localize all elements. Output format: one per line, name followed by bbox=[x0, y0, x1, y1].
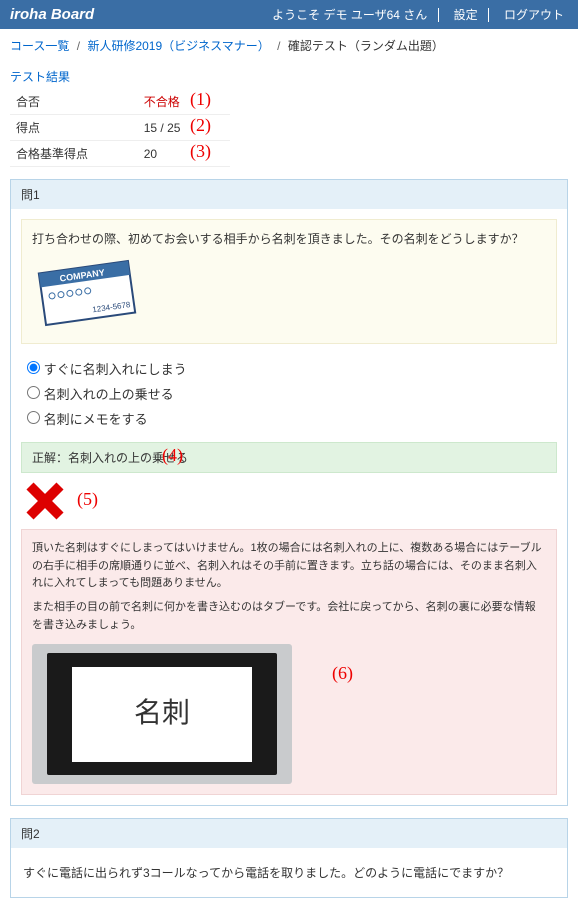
option-1-radio[interactable] bbox=[27, 361, 40, 374]
breadcrumb-courses[interactable]: コース一覧 bbox=[10, 39, 69, 53]
breadcrumb: コース一覧 / 新人研修2019（ビジネスマナー） / 確認テスト（ランダム出題… bbox=[0, 29, 578, 62]
question-2-block: 問2 すぐに電話に出られず3コールなってから電話を取りました。どのように電話にで… bbox=[10, 818, 568, 898]
option-3-radio[interactable] bbox=[27, 411, 40, 424]
question-1-head: 問1 bbox=[11, 180, 567, 209]
question-1-text: 打ち合わせの際、初めてお会いする相手から名刺を頂きました。その名刺をどうしますか… bbox=[32, 230, 546, 249]
annotation-6: (6) bbox=[332, 659, 353, 688]
question-2-head: 問2 bbox=[11, 819, 567, 848]
explanation-text-2: また相手の目の前で名刺に何かを書き込むのはタブーです。会社に戻ってから、名刺の裏… bbox=[32, 599, 546, 634]
annotation-5: (5) bbox=[77, 489, 98, 510]
annotation-3: (3) bbox=[190, 141, 211, 162]
brand-title: iroha Board bbox=[10, 6, 94, 23]
question-1-text-area: 打ち合わせの際、初めてお会いする相手から名刺を頂きました。その名刺をどうしますか… bbox=[21, 219, 557, 344]
question-1-options: すぐに名刺入れにしまう 名刺入れの上の乗せる 名刺にメモをする bbox=[27, 358, 557, 432]
option-1[interactable]: すぐに名刺入れにしまう bbox=[27, 358, 557, 383]
result-title: テスト結果 bbox=[10, 68, 568, 85]
explanation-text-1: 頂いた名刺はすぐにしまってはいけません。1枚の場合には名刺入れの上に、複数ある場… bbox=[32, 540, 546, 593]
welcome-text: ようこそ デモ ユーザ64 さん bbox=[268, 8, 431, 22]
option-3[interactable]: 名刺にメモをする bbox=[27, 408, 557, 433]
question-2-text: すぐに電話に出られず3コールなってから電話を取りました。どのように電話にでますか… bbox=[21, 858, 557, 887]
correct-answer-row: 正解：名刺入れの上の乗せる (4) bbox=[21, 442, 557, 473]
annotation-1: (1) bbox=[190, 89, 211, 110]
breadcrumb-course-name[interactable]: 新人研修2019（ビジネスマナー） bbox=[87, 39, 269, 53]
meishi-card-text: 名刺 bbox=[72, 667, 252, 762]
result-passfail-label: 合否 bbox=[10, 89, 138, 115]
app-header: iroha Board ようこそ デモ ユーザ64 さん 設定 ログアウト bbox=[0, 0, 578, 29]
logout-link[interactable]: ログアウト bbox=[500, 8, 568, 22]
option-2[interactable]: 名刺入れの上の乗せる bbox=[27, 383, 557, 408]
annotation-4: (4) bbox=[162, 445, 183, 466]
question-1-block: 問1 打ち合わせの際、初めてお会いする相手から名刺を頂きました。その名刺をどうし… bbox=[10, 179, 568, 806]
meishi-photo: 名刺 bbox=[32, 644, 292, 784]
result-score-label: 得点 bbox=[10, 115, 138, 141]
settings-link[interactable]: 設定 bbox=[450, 8, 482, 22]
wrong-mark-row: (5) bbox=[25, 481, 553, 521]
annotation-2: (2) bbox=[190, 115, 211, 136]
breadcrumb-current: 確認テスト（ランダム出題） bbox=[288, 39, 444, 53]
business-card-illustration: COMPANY 1234-5678 bbox=[32, 257, 546, 329]
option-2-radio[interactable] bbox=[27, 386, 40, 399]
wrong-x-icon bbox=[25, 481, 65, 521]
result-table: 合否 不合格 (1) 得点 15 / 25 (2) 合格基準得点 20 (3) bbox=[10, 89, 230, 167]
explanation-box: 頂いた名刺はすぐにしまってはいけません。1枚の場合には名刺入れの上に、複数ある場… bbox=[21, 529, 557, 795]
header-right: ようこそ デモ ユーザ64 さん 設定 ログアウト bbox=[268, 6, 568, 23]
result-passscore-label: 合格基準得点 bbox=[10, 141, 138, 167]
